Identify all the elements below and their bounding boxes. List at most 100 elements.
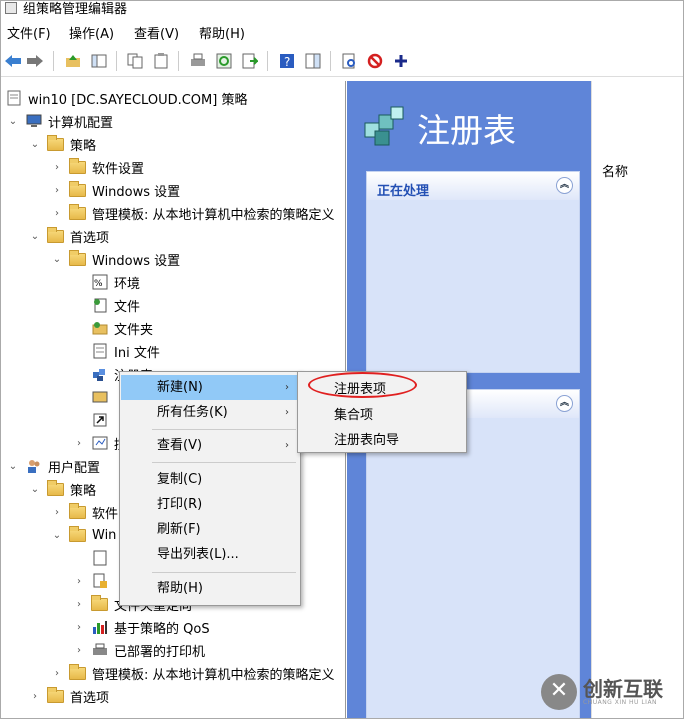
help-icon[interactable]: ? [277,51,296,70]
tree-admin-templates[interactable]: › 管理模板: 从本地计算机中检索的策略定义 [51,202,335,224]
processing-box: 正在处理 ︽ [366,171,580,373]
tree-environment[interactable]: % 环境 [91,271,140,293]
toolbar: ? [1,45,683,77]
menu-divider [152,572,296,573]
collapsed-chevron-icon[interactable]: › [73,599,85,610]
ctx-print[interactable]: 打印(R) [121,492,299,517]
collapsed-chevron-icon[interactable]: › [51,668,63,679]
users-icon [25,458,42,474]
folder-icon [69,249,86,266]
folder-icon [47,226,64,243]
expanded-chevron-icon[interactable]: ⌄ [29,231,41,242]
ctx-copy[interactable]: 复制(C) [121,467,299,492]
watermark-main: 创新互联 [583,676,663,701]
menu-help[interactable]: 帮助(H) [199,23,245,42]
ctx-help[interactable]: 帮助(H) [121,576,299,601]
paste-icon[interactable] [151,51,170,70]
folders-icon [91,320,108,336]
refresh-icon[interactable] [214,51,233,70]
title-bar: 组策略管理编辑器 [1,1,683,19]
folder-icon [47,686,64,703]
menu-divider [152,429,296,430]
collapsed-chevron-icon[interactable]: › [51,185,63,196]
collapsed-chevron-icon[interactable]: › [51,162,63,173]
network-share-icon [91,389,108,405]
folder-icon [47,134,64,151]
tree-computer-config[interactable]: ⌄ 计算机配置 [7,110,113,132]
item-list: 名称 [591,81,683,718]
expanded-chevron-icon[interactable]: ⌄ [51,530,63,541]
tree-user-security[interactable]: › [73,570,114,592]
tree-deployed-printers[interactable]: › 已部署的打印机 [73,639,205,661]
disable-icon[interactable] [365,51,384,70]
forward-icon[interactable] [25,51,44,70]
add-icon[interactable] [391,51,410,70]
menu-view[interactable]: 查看(V) [134,23,179,42]
folder-icon [69,157,86,174]
ctx-all-tasks[interactable]: 所有任务(K) › [121,400,299,425]
up-folder-icon[interactable] [63,51,82,70]
tree-folders[interactable]: 文件夹 [91,317,153,339]
menu-action[interactable]: 操作(A) [69,23,114,42]
menu-file[interactable]: 文件(F) [7,23,51,42]
collapsed-chevron-icon[interactable]: › [73,438,85,449]
show-action-pane-icon[interactable] [303,51,322,70]
column-header-name[interactable]: 名称 [602,161,628,180]
tree-user-software[interactable]: › 软件 [51,501,118,523]
expanded-chevron-icon[interactable]: ⌄ [51,254,63,265]
collapsed-chevron-icon[interactable]: › [73,576,85,587]
collapsed-chevron-icon[interactable]: › [73,622,85,633]
expanded-chevron-icon[interactable]: ⌄ [7,461,19,472]
tree-network-shares[interactable] [91,386,114,408]
tree-software-settings[interactable]: › 软件设置 [51,156,144,178]
tree-user-windows[interactable]: ⌄ Win [51,524,116,546]
folder-icon [69,180,86,197]
tree-windows-settings[interactable]: › Windows 设置 [51,179,180,201]
tree-root[interactable]: win10 [DC.SAYECLOUD.COM] 策略 [5,87,247,109]
expanded-chevron-icon[interactable]: ⌄ [7,116,19,127]
tree-policies[interactable]: ⌄ 策略 [29,133,96,155]
submenu-collection-item[interactable]: 集合项 [334,404,373,423]
environment-icon: % [91,274,108,290]
ctx-refresh[interactable]: 刷新(F) [121,517,299,542]
tree-user-admin-templates[interactable]: › 管理模板: 从本地计算机中检索的策略定义 [51,662,335,684]
copy-icon[interactable] [125,51,144,70]
watermark-text-block: 创新互联 CHUANG XIN HU LIAN [583,679,663,706]
expanded-chevron-icon[interactable]: ⌄ [29,484,41,495]
tree-qos[interactable]: › 基于策略的 QoS [73,616,210,638]
scripts-icon [91,550,108,566]
ctx-export-list[interactable]: 导出列表(L)... [121,542,299,567]
tree-shortcuts[interactable] [91,409,114,431]
processing-header: 正在处理 ︽ [367,172,579,200]
tree-user-preferences[interactable]: › 首选项 [29,685,109,707]
expanded-chevron-icon[interactable]: ⌄ [29,139,41,150]
app-icon [5,2,17,14]
qos-chart-icon [91,619,108,635]
print-icon[interactable] [188,51,207,70]
tree-user-config[interactable]: ⌄ 用户配置 [7,455,100,477]
export-list-icon[interactable] [240,51,259,70]
collapsed-chevron-icon[interactable]: › [51,208,63,219]
folder-icon [69,502,86,519]
collapsed-chevron-icon[interactable]: › [29,691,41,702]
window-title: 组策略管理编辑器 [23,2,128,17]
tree-user-scripts[interactable] [91,547,114,569]
back-icon[interactable] [3,51,22,70]
collapsed-chevron-icon[interactable]: › [51,507,63,518]
tree-preferences[interactable]: ⌄ 首选项 [29,225,109,247]
collapsed-chevron-icon[interactable]: › [73,645,85,656]
svg-text:%: % [94,279,103,289]
tree-files[interactable]: 文件 [91,294,140,316]
tree-pref-windows-settings[interactable]: ⌄ Windows 设置 [51,248,180,270]
ctx-view[interactable]: 查看(V) › [121,433,299,458]
collapse-chevron-icon[interactable]: ︽ [556,395,573,412]
properties-icon[interactable] [339,51,358,70]
submenu-registry-wizard[interactable]: 注册表向导 [334,429,399,448]
ctx-new[interactable]: 新建(N) › [121,375,299,400]
tree-user-policies[interactable]: ⌄ 策略 [29,478,96,500]
folder-icon [69,663,86,680]
show-tree-icon[interactable] [89,51,108,70]
collapse-chevron-icon[interactable]: ︽ [556,177,573,194]
control-panel-icon [91,435,108,451]
tree-ini-files[interactable]: Ini 文件 [91,340,160,362]
